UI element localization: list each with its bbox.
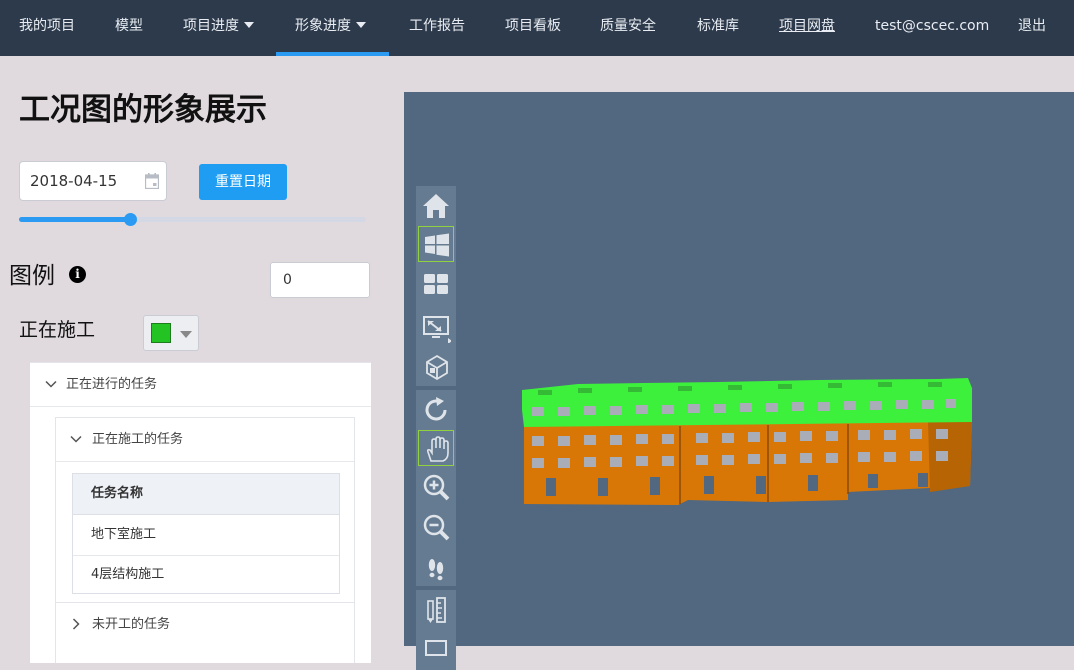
- fit-screen-icon[interactable]: [418, 310, 454, 346]
- legend-status-label: 正在施工: [19, 319, 96, 341]
- measure-icon[interactable]: [418, 592, 454, 628]
- cube-icon[interactable]: [418, 348, 454, 384]
- caret-down-icon: [244, 22, 254, 28]
- date-slider-handle[interactable]: [124, 213, 138, 226]
- table-row[interactable]: 4层结构施工: [73, 555, 339, 595]
- nav-work-report[interactable]: 工作报告: [409, 0, 465, 52]
- viewer-toolbar: [416, 186, 456, 670]
- nav-project-schedule[interactable]: 项目进度: [183, 0, 254, 52]
- nav-quality-safety[interactable]: 质量安全: [600, 0, 656, 52]
- calendar-icon: [145, 173, 159, 189]
- under-construction-panel: 正在施工的任务 任务名称 地下室施工 4层结构施工: [55, 417, 355, 603]
- model-viewer[interactable]: [404, 92, 1074, 670]
- date-slider-fill: [19, 217, 131, 222]
- status-color-swatch: [151, 323, 171, 343]
- caret-down-icon: [180, 331, 192, 338]
- under-construction-tasks-header[interactable]: 正在施工的任务: [56, 418, 354, 462]
- in-progress-tasks-label: 正在进行的任务: [66, 377, 158, 392]
- status-color-picker[interactable]: [143, 315, 199, 351]
- under-construction-tasks-label: 正在施工的任务: [92, 432, 184, 447]
- toolbar-group-view: [416, 186, 456, 386]
- legend-number-input[interactable]: 0: [270, 262, 370, 298]
- task-name-cell: 地下室施工: [91, 527, 157, 542]
- table-row[interactable]: 地下室施工: [73, 515, 339, 556]
- not-started-panel: 未开工的任务: [55, 603, 355, 663]
- building-model[interactable]: [518, 374, 978, 514]
- task-name-column-header: 任务名称: [91, 486, 144, 501]
- not-started-tasks-label: 未开工的任务: [92, 617, 171, 632]
- legend-number-value: 0: [283, 272, 292, 288]
- zoom-out-icon[interactable]: [418, 510, 454, 546]
- chevron-down-icon: [45, 380, 57, 388]
- legend-title: 图例: [9, 263, 55, 289]
- chevron-right-icon: [72, 618, 80, 630]
- top-navigation: 我的项目 模型 项目进度 形象进度 工作报告 项目看板 质量安全 标准库 项目网…: [0, 0, 1074, 56]
- caret-down-icon: [356, 22, 366, 28]
- task-collapse-panel: 正在进行的任务 正在施工的任务 任务名称 地下室施工 4层结构施工 未开工的任务: [30, 362, 371, 663]
- not-started-tasks-header[interactable]: 未开工的任务: [56, 603, 354, 647]
- windows-view-icon[interactable]: [418, 226, 454, 262]
- nav-logout[interactable]: 退出: [1018, 0, 1046, 52]
- date-slider[interactable]: [19, 213, 366, 226]
- nav-project-schedule-label: 项目进度: [183, 18, 239, 34]
- in-progress-tasks-header[interactable]: 正在进行的任务: [30, 363, 371, 407]
- nav-project-board[interactable]: 项目看板: [505, 0, 561, 52]
- nav-visual-progress[interactable]: 形象进度: [295, 0, 366, 52]
- home-icon[interactable]: [418, 188, 454, 224]
- section-box-icon[interactable]: [418, 630, 454, 666]
- nav-active-indicator: [276, 52, 389, 56]
- reset-date-button[interactable]: 重置日期: [199, 164, 287, 200]
- building-shadow-face: [928, 420, 972, 492]
- page-title: 工况图的形象展示: [19, 92, 267, 128]
- toolbar-group-tools: [416, 590, 456, 670]
- date-picker-input[interactable]: 2018-04-15: [19, 161, 167, 201]
- layout-grid-icon[interactable]: [418, 266, 454, 302]
- task-table: 任务名称 地下室施工 4层结构施工: [72, 473, 340, 594]
- nav-visual-progress-label: 形象进度: [295, 18, 351, 34]
- chevron-down-icon: [70, 435, 82, 443]
- nav-user-email[interactable]: test@cscec.com: [875, 0, 989, 52]
- nav-my-projects[interactable]: 我的项目: [19, 0, 75, 52]
- rotate-icon[interactable]: [418, 392, 454, 428]
- table-header: 任务名称: [73, 474, 339, 515]
- zoom-in-icon[interactable]: [418, 470, 454, 506]
- pan-hand-icon[interactable]: [418, 430, 454, 466]
- date-value: 2018-04-15: [30, 172, 118, 190]
- walk-icon[interactable]: [418, 550, 454, 586]
- nav-project-drive[interactable]: 项目网盘: [779, 0, 835, 52]
- nav-standards[interactable]: 标准库: [697, 0, 739, 52]
- toolbar-group-navigate: [416, 390, 456, 586]
- task-name-cell: 4层结构施工: [91, 567, 165, 582]
- divider: [30, 406, 371, 407]
- nav-model[interactable]: 模型: [115, 0, 143, 52]
- divider: [56, 461, 354, 462]
- info-icon[interactable]: i: [69, 266, 86, 283]
